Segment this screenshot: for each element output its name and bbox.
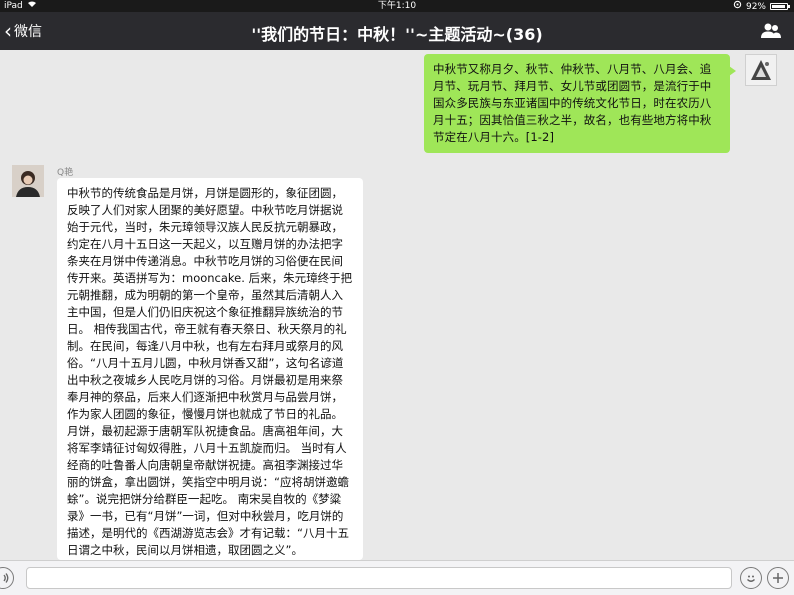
status-bar: iPad 下午1:10 92% (0, 0, 794, 12)
avatar[interactable] (745, 54, 777, 86)
chat-title: ''我们的节日：中秋！''~主题活动~(36) (251, 25, 543, 44)
message-input[interactable] (26, 567, 732, 589)
nav-bar: ‹ 微信 ''我们的节日：中秋！''~主题活动~(36) (0, 12, 794, 50)
avatar[interactable] (12, 165, 44, 197)
back-label: 微信 (14, 24, 42, 40)
message-bubble-outgoing[interactable]: 中秋节又称月夕、秋节、仲秋节、八月节、八月会、追月节、玩月节、拜月节、女儿节或团… (424, 54, 736, 153)
battery-icon (770, 3, 790, 10)
back-button[interactable]: ‹ 微信 (4, 21, 42, 41)
people-icon[interactable] (760, 22, 782, 40)
emoji-icon[interactable] (740, 567, 762, 589)
voice-icon[interactable] (0, 567, 14, 589)
sender-name: Q艳 (57, 168, 74, 178)
chevron-left-icon: ‹ (4, 19, 12, 43)
status-time: 下午1:10 (377, 1, 417, 11)
chat-area[interactable]: 中秋节又称月夕、秋节、仲秋节、八月节、八月会、追月节、玩月节、拜月节、女儿节或团… (0, 50, 794, 560)
message-bubble-incoming[interactable]: 中秋节的传统食品是月饼，月饼是圆形的，象征团圆，反映了人们对家人团聚的美好愿望。… (57, 178, 363, 560)
input-bar (0, 560, 794, 595)
plus-icon[interactable] (767, 567, 789, 589)
battery-percent: 92% (745, 1, 766, 12)
